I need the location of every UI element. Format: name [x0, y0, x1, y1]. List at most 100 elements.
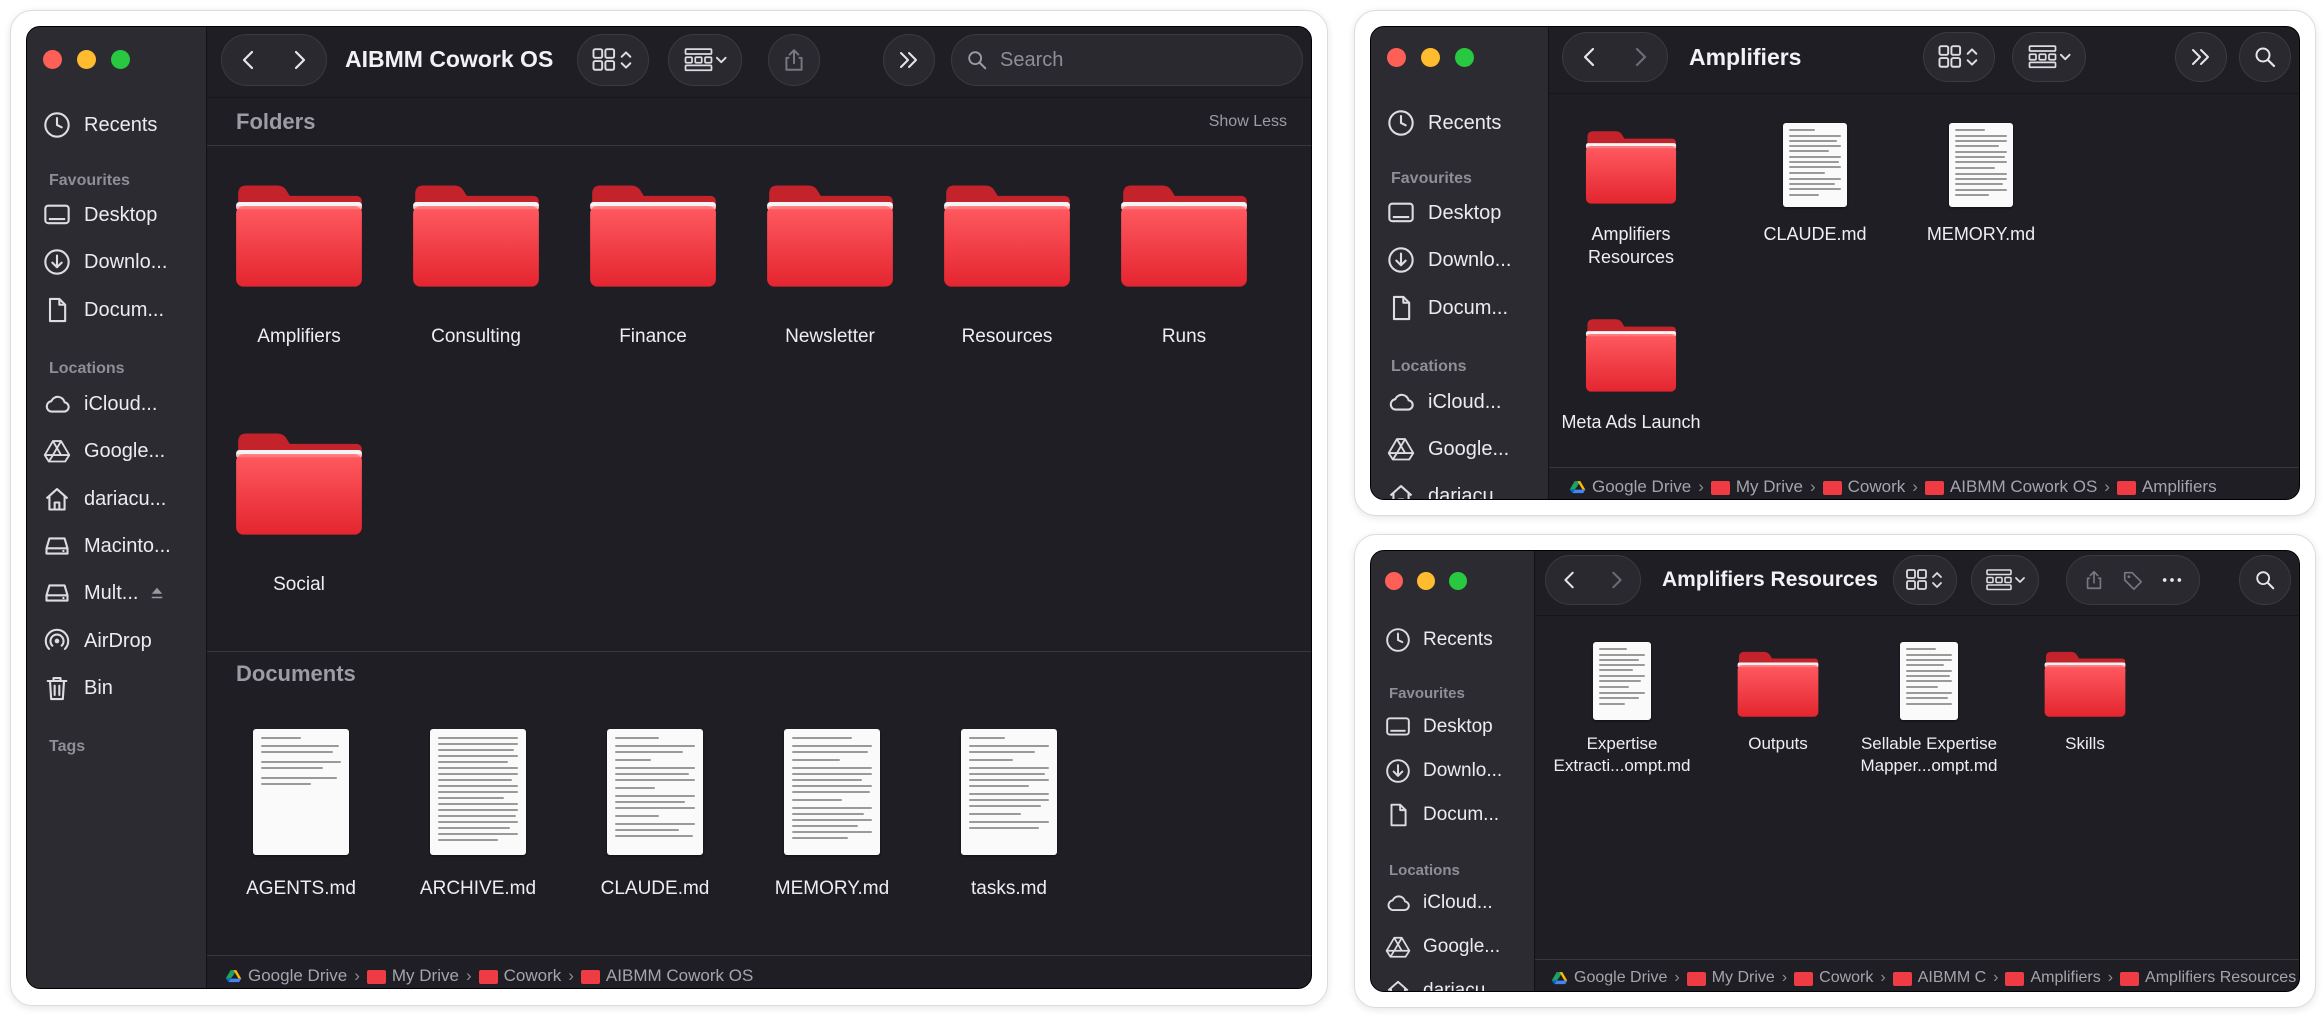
- path-crumb[interactable]: Cowork: [1794, 969, 1873, 987]
- sidebar-item-desktop[interactable]: Desktop: [1371, 709, 1534, 745]
- path-crumb[interactable]: Cowork: [478, 966, 561, 986]
- close-button[interactable]: [1387, 48, 1406, 67]
- tag-icon[interactable]: [2122, 569, 2144, 591]
- documents-divider: [207, 651, 1311, 652]
- document-label: Expertise Extracti...ompt.md: [1553, 734, 1691, 776]
- document-icon: [43, 296, 71, 324]
- forward-icon[interactable]: [1628, 45, 1652, 69]
- sidebar-item-home[interactable]: dariacu...: [1371, 973, 1534, 991]
- view-mode-button[interactable]: [1923, 32, 1995, 82]
- path-crumb[interactable]: Cowork: [1822, 477, 1906, 497]
- path-crumb[interactable]: My Drive: [1710, 477, 1803, 497]
- sidebar-item-google-drive[interactable]: Google...: [27, 432, 206, 470]
- path-crumb[interactable]: My Drive: [1686, 969, 1775, 987]
- sidebar-item-label: Desktop: [1428, 201, 1502, 224]
- close-button[interactable]: [1385, 572, 1403, 590]
- group-icon: [1985, 568, 2025, 592]
- group-by-button[interactable]: [2012, 32, 2086, 82]
- folder-label: Newsletter: [785, 326, 875, 347]
- more-icon[interactable]: [2161, 569, 2183, 591]
- sidebar-item-recents[interactable]: Recents: [1371, 622, 1534, 658]
- sidebar-item-multi[interactable]: Mult...: [27, 574, 206, 612]
- back-icon[interactable]: [237, 48, 261, 72]
- sidebar-item-downloads[interactable]: Downlo...: [1371, 753, 1534, 789]
- sidebar-item-documents[interactable]: Docum...: [27, 291, 206, 329]
- sidebar-item-downloads[interactable]: Downlo...: [27, 243, 206, 281]
- search-button[interactable]: [2239, 555, 2291, 605]
- sidebar-item-home[interactable]: dariacu...: [27, 480, 206, 518]
- show-less-button[interactable]: Show Less: [1209, 113, 1287, 131]
- search-button[interactable]: [2239, 32, 2291, 82]
- actions-group: [2066, 555, 2200, 605]
- group-icon: [683, 47, 727, 73]
- chevron-right-icon: ›: [1912, 477, 1918, 496]
- sidebar-item-recents[interactable]: Recents: [27, 106, 206, 144]
- navigation-buttons: [221, 34, 327, 86]
- share-button[interactable]: [768, 34, 820, 86]
- chevrons-right-icon: [2189, 45, 2213, 69]
- forward-icon[interactable]: [1605, 569, 1627, 591]
- search-field[interactable]: Search: [951, 34, 1303, 86]
- google-drive-icon: [1569, 479, 1586, 496]
- group-by-button[interactable]: [1971, 555, 2039, 605]
- forward-icon[interactable]: [287, 48, 311, 72]
- sidebar-item-google-drive[interactable]: Google...: [1371, 929, 1534, 965]
- sidebar-item-airdrop[interactable]: AirDrop: [27, 622, 206, 660]
- path-crumb[interactable]: Amplifiers: [2116, 477, 2217, 497]
- eject-icon[interactable]: [148, 584, 166, 602]
- more-toolbar-button[interactable]: [2175, 32, 2227, 82]
- view-mode-button[interactable]: [577, 34, 649, 86]
- path-crumb[interactable]: AIBMM C: [1892, 969, 1987, 987]
- folder-label: Outputs: [1748, 734, 1808, 753]
- document-thumbnail: [607, 729, 703, 855]
- sidebar-item-documents[interactable]: Docum...: [1371, 289, 1548, 327]
- document-thumbnail: [1593, 642, 1651, 720]
- minimize-button[interactable]: [1417, 572, 1435, 590]
- trash-icon: [43, 674, 71, 702]
- zoom-button[interactable]: [1455, 48, 1474, 67]
- more-toolbar-button[interactable]: [883, 34, 935, 86]
- search-input[interactable]: Search: [1000, 49, 1063, 72]
- path-crumb[interactable]: My Drive: [366, 966, 459, 986]
- clock-icon: [1385, 627, 1411, 653]
- sidebar-item-label: Recents: [1428, 111, 1502, 134]
- sidebar-item-bin[interactable]: Bin: [27, 669, 206, 707]
- sidebar-item-home[interactable]: dariacu...: [1371, 477, 1548, 499]
- document-thumbnail: [784, 729, 880, 855]
- sidebar-item-desktop[interactable]: Desktop: [27, 196, 206, 234]
- google-drive-icon: [43, 437, 71, 465]
- chevrons-right-icon: [897, 48, 921, 72]
- path-crumb[interactable]: Amplifiers Resources: [2120, 969, 2296, 987]
- folders-divider: [207, 145, 1311, 146]
- sidebar-item-label: Mult...: [84, 581, 139, 604]
- path-crumb[interactable]: AIBMM Cowork OS: [1924, 477, 2098, 497]
- path-crumb[interactable]: AIBMM Cowork OS: [580, 966, 753, 986]
- path-crumb[interactable]: Google Drive: [1551, 969, 1667, 987]
- sidebar-item-recents[interactable]: Recents: [1371, 104, 1548, 142]
- path-crumb[interactable]: Google Drive: [1569, 477, 1691, 497]
- back-icon[interactable]: [1578, 45, 1602, 69]
- view-mode-button[interactable]: [1893, 555, 1957, 605]
- group-by-button[interactable]: [668, 34, 742, 86]
- folder-icon: [1710, 481, 1730, 495]
- path-crumb[interactable]: Amplifiers: [2005, 969, 2101, 987]
- sidebar-item-google-drive[interactable]: Google...: [1371, 430, 1548, 468]
- sidebar-item-icloud[interactable]: iCloud...: [27, 385, 206, 423]
- close-button[interactable]: [43, 50, 62, 69]
- sidebar-item-documents[interactable]: Docum...: [1371, 797, 1534, 833]
- path-label: Cowork: [1847, 477, 1906, 496]
- path-crumb[interactable]: Google Drive: [225, 966, 347, 986]
- sidebar-item-icloud[interactable]: iCloud...: [1371, 885, 1534, 921]
- zoom-button[interactable]: [1449, 572, 1467, 590]
- minimize-button[interactable]: [77, 50, 96, 69]
- sidebar-item-desktop[interactable]: Desktop: [1371, 194, 1548, 232]
- share-icon[interactable]: [2083, 569, 2105, 591]
- path-label: AIBMM C: [1917, 969, 1987, 986]
- sidebar-item-macintosh-hd[interactable]: Macinto...: [27, 527, 206, 565]
- sidebar-item-icloud[interactable]: iCloud...: [1371, 383, 1548, 421]
- sidebar-item-downloads[interactable]: Downlo...: [1371, 241, 1548, 279]
- minimize-button[interactable]: [1421, 48, 1440, 67]
- zoom-button[interactable]: [111, 50, 130, 69]
- path-label: AIBMM Cowork OS: [1949, 477, 2098, 496]
- back-icon[interactable]: [1559, 569, 1581, 591]
